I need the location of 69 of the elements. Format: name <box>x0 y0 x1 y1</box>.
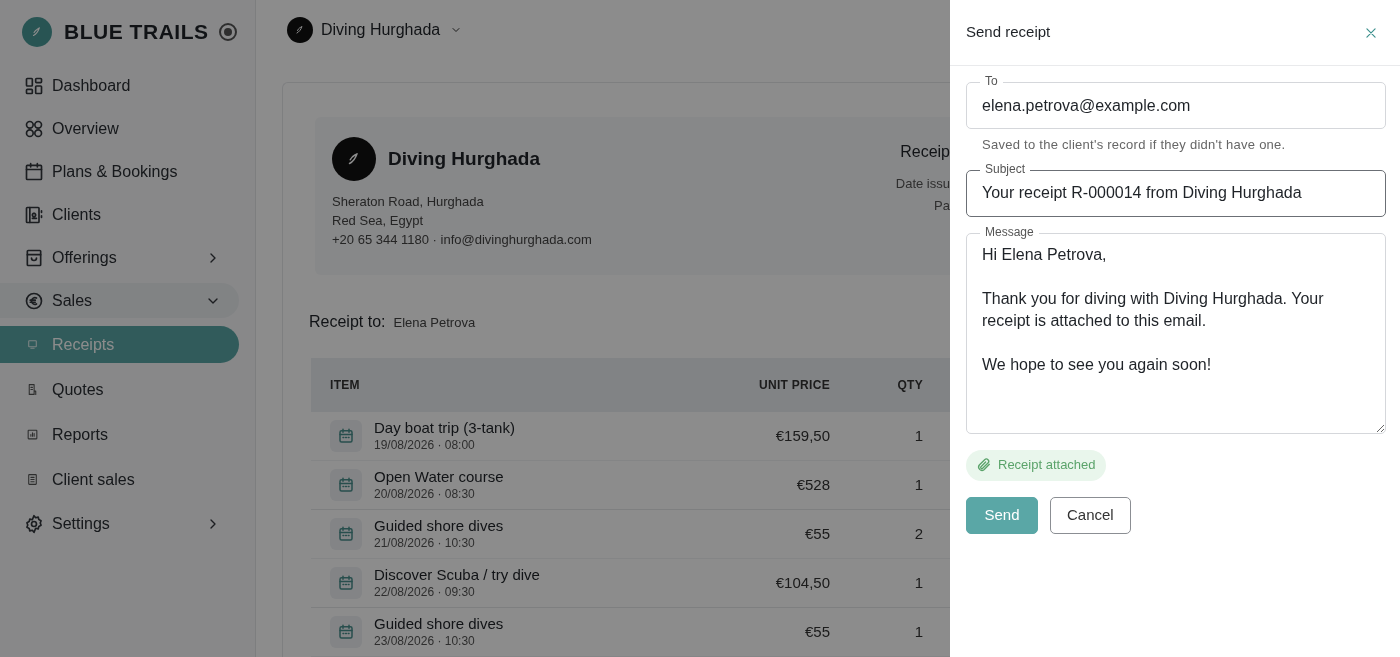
chart-icon <box>26 428 39 441</box>
calendar-icon <box>337 427 355 445</box>
nav-item[interactable]: Offerings <box>0 240 239 275</box>
nav-item[interactable]: Clients <box>0 197 239 232</box>
business-selector[interactable]: Diving Hurghada <box>287 16 463 43</box>
drawer-title: Send receipt <box>966 22 1052 43</box>
paperclip-icon <box>976 457 992 473</box>
nav-item[interactable]: Sales <box>0 283 239 318</box>
item-name: Guided shore dives <box>374 615 504 633</box>
contacts-icon <box>24 204 44 225</box>
unit-price-cell-text: €528 <box>795 474 830 495</box>
address-line: Sheraton Road, Hurghada <box>332 194 485 210</box>
calendar-icon <box>337 525 355 543</box>
column-header: QTY <box>896 377 923 394</box>
column-header: UNIT PRICE <box>758 377 830 394</box>
item-date: 20/08/2026 · 08:30 <box>374 486 476 502</box>
nav-subitem[interactable]: Quotes <box>0 371 239 408</box>
close-icon <box>1364 25 1378 40</box>
calendar-icon <box>337 623 355 641</box>
nav-item[interactable]: Overview <box>0 111 239 146</box>
helper-text: Saved to the client's record if they didn't have one. <box>982 136 1287 154</box>
unit-price-cell-text: €55 <box>803 523 830 544</box>
qty-cell-text: 1 <box>913 425 923 446</box>
calendar-icon <box>24 161 44 182</box>
gear-icon <box>24 513 44 534</box>
item-name: Discover Scuba / try dive <box>374 566 540 584</box>
qty-cell-text: 1 <box>913 474 923 495</box>
list-icon <box>26 473 39 486</box>
item-date: 23/08/2026 · 10:30 <box>374 633 476 649</box>
document-icon <box>26 383 39 396</box>
meta-label: Pa <box>934 196 950 215</box>
company-name: Diving Hurghada <box>388 146 540 171</box>
item-name: Guided shore dives <box>374 517 504 535</box>
attachment-chip: Receipt attached <box>966 449 1106 481</box>
nav-item[interactable]: Dashboard <box>0 68 239 103</box>
unit-price-cell-text: €159,50 <box>774 425 830 446</box>
brand-name: BLUE TRAILS <box>64 19 209 46</box>
send-button[interactable]: Send <box>966 496 1038 534</box>
qty-cell-text: 2 <box>913 523 923 544</box>
receipt-title: Receip <box>900 142 950 162</box>
item-name: Day boat trip (3-tank) <box>374 419 515 437</box>
unit-price-cell-text: €55 <box>803 621 830 642</box>
nav-item[interactable]: Settings <box>0 506 239 541</box>
qty-cell-text: 1 <box>913 572 923 593</box>
sidebar-toggle-button[interactable] <box>219 23 237 41</box>
address-line: Red Sea, Egypt <box>332 213 425 229</box>
item-date: 19/08/2026 · 08:00 <box>374 437 476 453</box>
nav-subitem[interactable]: Reports <box>0 416 239 453</box>
item-name: Open Water course <box>374 468 504 486</box>
unit-price-cell-text: €104,50 <box>774 572 830 593</box>
dashboard-icon <box>24 75 44 96</box>
nav-item[interactable]: Plans & Bookings <box>0 154 239 189</box>
meta-label: Date issu <box>895 175 950 193</box>
item-date: 21/08/2026 · 10:30 <box>374 535 476 551</box>
client-name: Elena Petrova <box>393 314 476 332</box>
item-date: 22/08/2026 · 09:30 <box>374 584 476 600</box>
calendar-icon <box>337 476 355 494</box>
calendar-icon <box>337 574 355 592</box>
address-line: +20 65 344 1180 · info@divinghurghada.com <box>332 232 593 248</box>
grid-circles-icon <box>24 118 44 139</box>
qty-cell-text: 1 <box>913 621 923 642</box>
nav-subitem[interactable]: Client sales <box>0 461 239 498</box>
receipt-to-label: Receipt to: <box>309 312 386 332</box>
cancel-button[interactable]: Cancel <box>1050 496 1131 534</box>
close-button[interactable] <box>1364 25 1378 40</box>
bird-icon <box>294 23 306 36</box>
column-header: ITEM <box>330 377 361 394</box>
shopping-bag-icon <box>24 247 44 268</box>
euro-icon <box>24 290 44 311</box>
